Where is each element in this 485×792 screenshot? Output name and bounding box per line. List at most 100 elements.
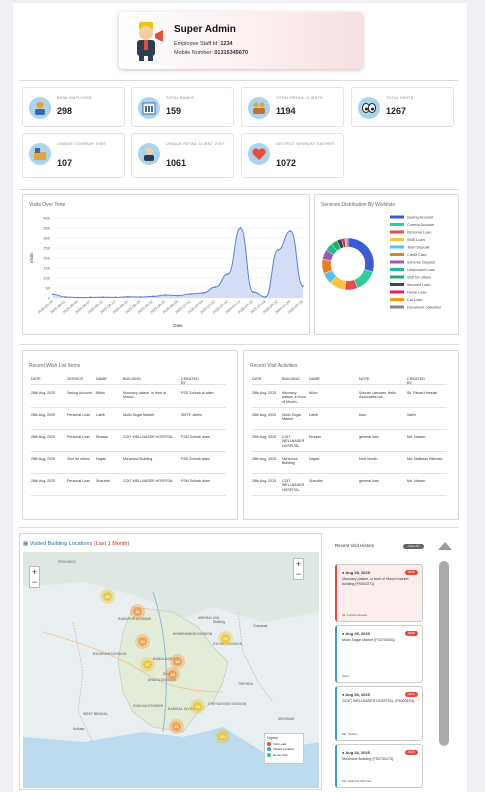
table-cell: Personal Loan <box>67 413 91 417</box>
stat-card: UNIQUE COMPANY VISIT 107 <box>22 133 125 178</box>
wishlist-panel: Recent Wish List Items DATE SERVICE NAME BU… <box>22 350 238 520</box>
map-cluster-marker[interactable]: 11 <box>133 607 142 616</box>
table-cell: Sohrab Laburam, Hello Associates Ltd... <box>359 391 396 400</box>
map-cluster-marker[interactable]: 18 <box>173 657 182 666</box>
legend-dot-icon <box>267 747 271 751</box>
table-row-divider <box>31 429 226 430</box>
legend-label: Home Visit <box>273 752 288 757</box>
data-point[interactable] <box>102 296 104 299</box>
data-point[interactable] <box>227 273 229 275</box>
data-point[interactable] <box>289 230 292 232</box>
map-label: MIZORAM <box>278 717 295 721</box>
data-point[interactable] <box>214 286 217 288</box>
table-cell: Md. Nazam <box>407 435 426 439</box>
table-cell: 28th Aug, 2025 <box>252 457 277 461</box>
staff-id: Employee Staff Id: 1234 <box>174 41 233 47</box>
view-all-button[interactable]: View All <box>403 544 424 549</box>
stat-label: TOTAL BANKS <box>166 96 194 100</box>
visit-history-card[interactable]: ● Aug 28, 2025 NEW Ma'amool Building (FS07… <box>335 744 423 788</box>
table-cell: COIT WELLNASER HOSPITAL <box>123 435 174 439</box>
table-row-divider <box>252 451 447 452</box>
legend-label: Visit Lead <box>273 741 287 746</box>
data-point[interactable] <box>239 227 242 229</box>
legend-label: Personal Loan <box>407 231 432 235</box>
map-view[interactable]: + − + − PROVINCE RANGPUR DIVISION SYLHET DIV… <box>23 552 319 788</box>
data-point[interactable] <box>189 293 192 295</box>
data-point[interactable] <box>302 285 304 287</box>
data-point[interactable] <box>252 291 254 293</box>
map-cluster-marker[interactable]: 15 <box>103 592 112 601</box>
visits-area-chart: 4003503002502001501005002025-05-282025-0… <box>29 216 304 328</box>
pie-slice[interactable] <box>347 237 375 273</box>
legend-dot-icon <box>267 741 271 746</box>
divider <box>19 527 459 528</box>
map-label: PROVINCE <box>58 560 76 564</box>
legend-label: Document collection <box>407 306 441 310</box>
data-point[interactable] <box>77 296 79 299</box>
legend-swatch <box>390 260 404 264</box>
table-cell: Ma'amool Building <box>123 457 153 461</box>
data-point[interactable] <box>114 296 117 299</box>
table-cell: 28th Aug, 2025 <box>252 413 277 417</box>
scrollbar[interactable] <box>437 541 452 789</box>
map-cluster-marker[interactable]: 17 <box>143 660 152 669</box>
table-row-divider <box>31 407 226 408</box>
map-cluster-marker[interactable]: 10 <box>168 670 177 679</box>
data-point[interactable] <box>177 294 179 297</box>
table-cell: Salim <box>407 413 416 417</box>
legend-row: Visited Location <box>267 747 301 751</box>
map-title: ▦ Visited Building Locations (Last 1 Mon… <box>23 541 130 547</box>
visit-history-card[interactable]: ● Aug 28, 2025 NEW GOVT WELLNASER HOSPITAL… <box>335 686 423 741</box>
stat-label: TOTAL RETAIL CLIENTS <box>276 96 323 100</box>
map-zoom-control-right[interactable]: + − <box>293 558 304 580</box>
map-zoom-control-left[interactable]: + − <box>29 566 40 588</box>
table-cell: COIT WELLNASER HOSPITAL <box>282 479 305 492</box>
avatar <box>131 18 165 62</box>
data-point[interactable] <box>139 296 142 298</box>
data-point[interactable] <box>264 296 267 298</box>
services-chart-panel: Services Distribution By Wishlists Savin… <box>314 194 459 335</box>
visits-table-title: Recent Visit Activities <box>250 363 298 369</box>
table-cell: Moonacy palace, in front of Moulvi... <box>282 391 306 404</box>
data-point[interactable] <box>202 292 204 294</box>
mobile-number: Mobile Number: 01315345670 <box>174 50 249 56</box>
data-point[interactable] <box>52 293 54 296</box>
new-badge: NEW <box>405 750 418 755</box>
pie-slice[interactable] <box>353 269 373 289</box>
table-cell: Sharafat <box>96 479 110 483</box>
visit-history-card[interactable]: ● Aug 28, 2025 NEW Mullo Sugar Market (FS0… <box>335 625 423 683</box>
stat-value: 159 <box>166 106 182 116</box>
map-cluster-marker[interactable]: 10 <box>218 732 227 741</box>
data-point[interactable] <box>64 296 67 298</box>
card-building: GOVT WELLNASER HOSPITAL (FS0034S4) <box>342 699 415 703</box>
data-point[interactable] <box>152 295 154 298</box>
table-header: DATE <box>252 377 262 381</box>
scroll-up-arrow-icon[interactable] <box>438 542 452 550</box>
y-tick-label: 400 <box>43 216 50 221</box>
data-point[interactable] <box>277 249 279 251</box>
visit-history-title: Recent Visit History <box>335 543 375 548</box>
map-label: Guwahati <box>253 624 268 628</box>
map-cluster-marker[interactable]: 21 <box>172 722 181 731</box>
table-cell: Md. Nazam <box>407 479 426 483</box>
table-header: NAME <box>309 377 320 381</box>
table-cell: Mullo Sugar Market <box>123 413 155 417</box>
legend-label: Current Account <box>407 223 435 227</box>
data-point[interactable] <box>164 294 167 296</box>
scrollbar-thumb[interactable] <box>439 561 449 746</box>
legend-row: Home Visit <box>267 752 301 757</box>
visit-history-card[interactable]: ● Aug 28, 2025 NEW Moonacy palace, in fron… <box>335 564 423 622</box>
new-badge: NEW <box>405 692 418 697</box>
legend-label: Car Loan <box>407 298 423 302</box>
map-cluster-marker[interactable]: 20 <box>221 634 230 643</box>
map-cluster-marker[interactable]: 13 <box>193 702 202 711</box>
table-row-divider <box>252 407 447 408</box>
table-cell: 28th Aug, 2025 <box>31 479 56 483</box>
table-cell: Nayan <box>96 457 107 461</box>
wishlist-title: Recent Wish List Items <box>29 363 81 369</box>
legend-swatch <box>390 305 404 309</box>
data-point[interactable] <box>127 295 129 298</box>
table-cell: Ehsaan <box>96 435 109 439</box>
data-point[interactable] <box>89 296 92 299</box>
map-cluster-marker[interactable]: 10 <box>138 637 147 646</box>
